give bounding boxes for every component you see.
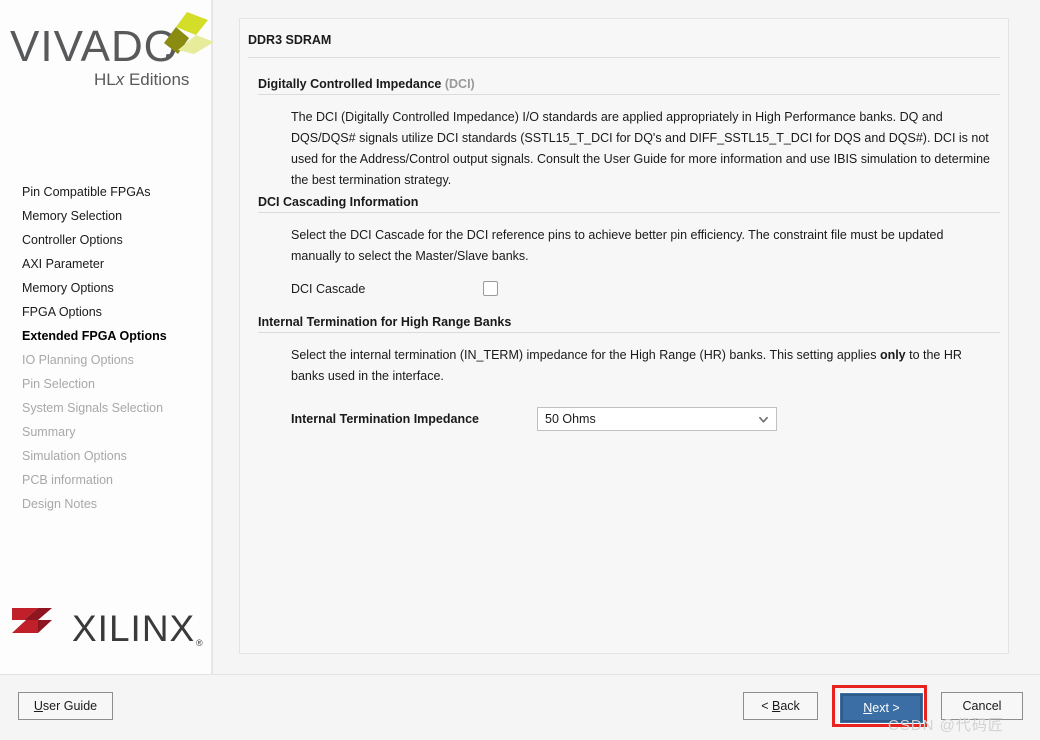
section-dci-cascading-heading: DCI Cascading Information	[258, 195, 419, 209]
section-dci-divider	[258, 94, 1000, 95]
sidebar-item-memory-selection[interactable]: Memory Selection	[0, 204, 213, 228]
sidebar-item-system-signals-selection: System Signals Selection	[22, 401, 164, 415]
vivado-edition-label: HLx Editions	[94, 70, 189, 90]
xilinx-logo: XILINX ®	[8, 602, 208, 662]
section-dci-cascading: DCI Cascading Information Select the DCI…	[258, 195, 1000, 296]
footer-divider	[0, 674, 1040, 675]
internal-termination-impedance-row: Internal Termination Impedance 50 Ohms	[291, 407, 1000, 431]
user-guide-mnemonic: U	[33, 699, 43, 713]
sidebar-item-memory-options[interactable]: Memory Options	[0, 276, 213, 300]
sidebar-item-summary: Summary	[22, 425, 76, 439]
vivado-edition-italic: x	[115, 70, 125, 89]
sidebar-item-io-planning-options: IO Planning Options	[22, 353, 134, 367]
sidebar: VIVADO HLx Editions Pin Compatible FPGAs…	[0, 0, 214, 674]
sidebar-item-design-notes: Design Notes	[22, 497, 98, 511]
section-internal-termination-divider	[258, 332, 1000, 333]
sidebar-item-extended-fpga-options[interactable]: Extended FPGA Options	[0, 324, 213, 348]
user-guide-rest: ser Guide	[42, 699, 98, 713]
section-dci-heading-suffix: (DCI)	[444, 77, 475, 91]
chevron-down-icon	[759, 416, 768, 423]
sidebar-nav: Pin Compatible FPGAs Memory Selection Co…	[0, 180, 213, 516]
next-label: Next >	[863, 701, 899, 715]
internal-termination-impedance-value: 50 Ohms	[545, 412, 596, 426]
sidebar-item-controller-options[interactable]: Controller Options	[0, 228, 213, 252]
back-label: < Back	[761, 699, 800, 713]
sidebar-item-pcb-information: PCB information	[22, 473, 114, 487]
sidebar-item-pin-selection: Pin Selection	[22, 377, 95, 391]
section-internal-termination-heading: Internal Termination for High Range Bank…	[258, 315, 512, 329]
internal-termination-impedance-label: Internal Termination Impedance	[291, 412, 480, 426]
user-guide-label: User Guide	[34, 699, 97, 713]
vivado-pinwheel-icon	[164, 12, 214, 54]
sidebar-item-fpga-options[interactable]: FPGA Options	[0, 300, 213, 324]
vivado-wizard-window: VIVADO HLx Editions Pin Compatible FPGAs…	[0, 0, 1040, 740]
section-dci: Digitally Controlled Impedance (DCI) The…	[258, 77, 1000, 191]
back-prefix: <	[761, 699, 772, 713]
back-button[interactable]: < Back	[743, 692, 818, 720]
dci-cascade-label: DCI Cascade	[291, 281, 366, 296]
xilinx-registered-mark: ®	[196, 638, 203, 648]
next-rest: ext >	[872, 701, 900, 715]
dci-cascade-row: DCI Cascade	[291, 281, 1000, 296]
termination-body-emphasis: only	[879, 348, 906, 362]
page-title: DDR3 SDRAM	[248, 33, 332, 47]
xilinx-wordmark: XILINX	[72, 608, 196, 649]
page-title-divider	[248, 57, 1000, 58]
xilinx-mark-icon	[12, 608, 52, 633]
next-button-highlight-annotation: Next >	[832, 685, 927, 727]
back-rest: ack	[780, 699, 800, 713]
main-panel: DDR3 SDRAM Digitally Controlled Impedanc…	[239, 18, 1009, 654]
user-guide-button[interactable]: User Guide	[18, 692, 113, 720]
section-internal-termination: Internal Termination for High Range Bank…	[258, 315, 1000, 431]
vivado-wordmark: VIVADO	[10, 22, 180, 71]
dci-cascade-checkbox[interactable]	[483, 281, 498, 296]
next-mnemonic: N	[863, 701, 873, 715]
section-internal-termination-body: Select the internal termination (IN_TERM…	[291, 345, 991, 387]
vivado-edition-prefix: HL	[94, 70, 116, 89]
cancel-button[interactable]: Cancel	[941, 692, 1023, 720]
section-dci-cascading-divider	[258, 212, 1000, 213]
next-button[interactable]: Next >	[839, 692, 924, 724]
section-dci-heading-text: Digitally Controlled Impedance	[258, 77, 442, 91]
section-dci-cascading-body: Select the DCI Cascade for the DCI refer…	[291, 228, 944, 263]
termination-body-part1: Select the internal termination (IN_TERM…	[291, 348, 880, 362]
sidebar-item-axi-parameter[interactable]: AXI Parameter	[0, 252, 213, 276]
sidebar-item-simulation-options: Simulation Options	[22, 449, 127, 463]
vivado-logo: VIVADO HLx Editions	[8, 8, 214, 108]
vivado-edition-suffix: Editions	[124, 70, 190, 89]
section-dci-body: The DCI (Digitally Controlled Impedance)…	[291, 110, 990, 187]
sidebar-item-pin-compatible-fpgas[interactable]: Pin Compatible FPGAs	[0, 180, 213, 204]
internal-termination-impedance-select[interactable]: 50 Ohms	[537, 407, 777, 431]
section-dci-heading: Digitally Controlled Impedance (DCI)	[258, 77, 1000, 94]
